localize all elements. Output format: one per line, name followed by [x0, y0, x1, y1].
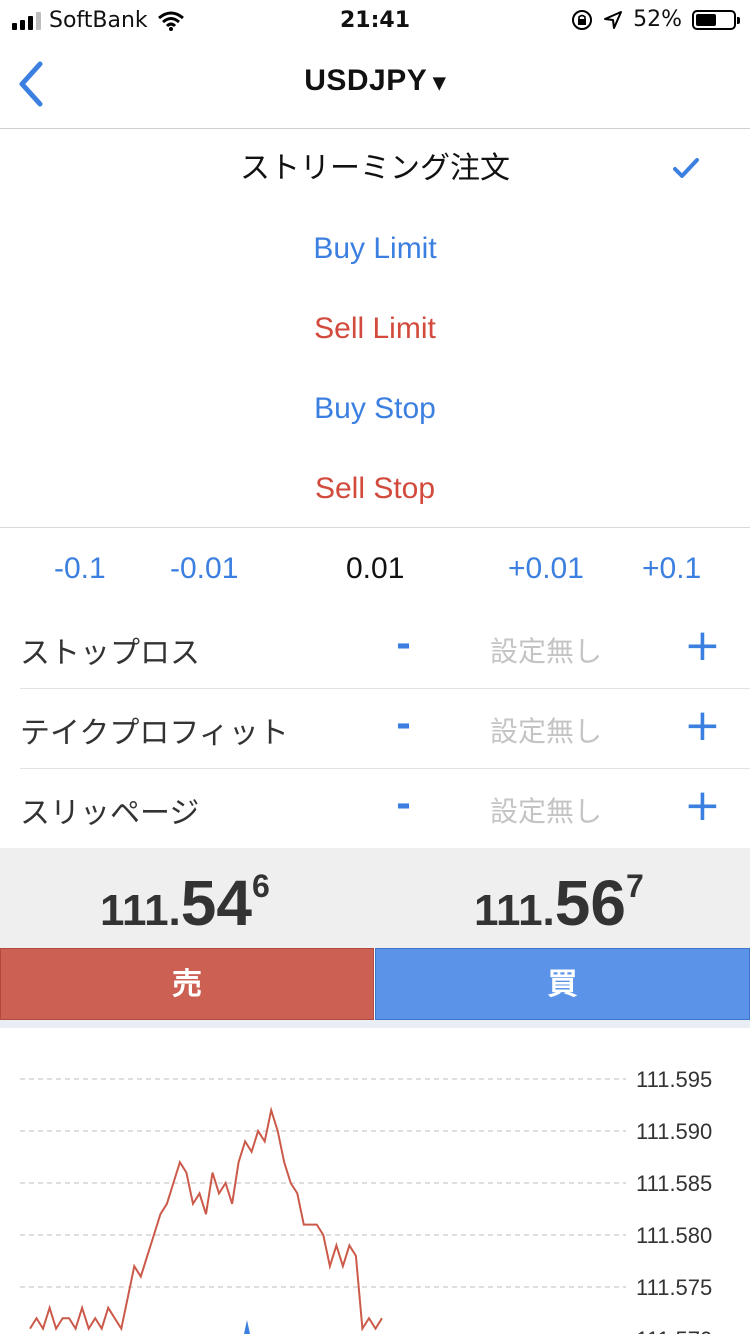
order-type-sell-limit[interactable]: Sell Limit [0, 289, 750, 369]
location-icon [604, 10, 623, 29]
divider [0, 1020, 750, 1028]
stop-loss-plus-button[interactable]: + [684, 620, 721, 671]
order-type-buy-stop[interactable]: Buy Stop [0, 369, 750, 449]
sell-button[interactable]: 売 [0, 948, 374, 1020]
take-profit-value[interactable]: 設定無し [490, 710, 602, 750]
ask-price: 111.567 [474, 866, 644, 940]
slippage-plus-button[interactable]: + [684, 780, 721, 831]
status-bar: SoftBank 21:41 52% [0, 0, 750, 40]
symbol-selector[interactable]: USDJPY ▾ [0, 64, 750, 98]
order-type-list: ストリーミング注文 Buy Limit Sell Limit Buy Stop … [0, 129, 750, 528]
buy-button[interactable]: 買 [375, 948, 750, 1020]
status-right: 52% [571, 7, 740, 32]
bid-price-pips: 54 [180, 867, 252, 939]
price-line [29, 1106, 383, 1332]
symbol-title: USDJPY [304, 64, 428, 97]
orientation-lock-icon [572, 9, 593, 30]
volume-stepper: -0.1 -0.01 0.01 +0.01 +0.1 [0, 528, 750, 608]
order-type-streaming[interactable]: ストリーミング注文 [0, 129, 750, 209]
y-tick-label: 111.570 [636, 1327, 712, 1334]
y-tick-label: 111.575 [636, 1275, 712, 1300]
battery-percent: 52% [633, 7, 682, 32]
battery-icon [692, 9, 740, 30]
bid-price-prefix: 111. [100, 886, 181, 935]
volume-decrease-big[interactable]: -0.1 [54, 552, 106, 586]
volume-increase-big[interactable]: +0.1 [642, 552, 701, 586]
slippage-row: スリッページ - 設定無し + [20, 768, 750, 849]
slippage-minus-button[interactable]: - [396, 784, 411, 825]
slippage-label: スリッページ [20, 796, 200, 831]
ask-marker [244, 1320, 250, 1334]
order-type-sell-stop[interactable]: Sell Stop [0, 449, 750, 529]
volume-value[interactable]: 0.01 [346, 552, 404, 586]
y-tick-label: 111.585 [636, 1171, 712, 1196]
slippage-value[interactable]: 設定無し [490, 790, 602, 830]
y-tick-label: 111.590 [636, 1119, 712, 1144]
order-type-label: ストリーミング注文 [240, 152, 510, 185]
y-tick-label: 111.580 [636, 1223, 712, 1248]
ask-price-pips: 56 [554, 867, 626, 939]
tick-chart[interactable]: 111.595 111.590 111.585 111.580 111.575 111.5… [0, 1028, 750, 1338]
bid-price: 111.546 [100, 866, 270, 940]
price-panel: 111.546 111.567 [0, 848, 750, 948]
bid-price-fraction: 6 [251, 868, 270, 904]
tick-chart-svg: 111.595 111.590 111.585 111.580 111.575 111.5… [20, 1067, 712, 1338]
nav-bar: USDJPY ▾ [0, 40, 750, 129]
dropdown-caret-icon: ▾ [433, 69, 446, 96]
checkmark-icon [673, 158, 699, 178]
stop-loss-row: ストップロス - 設定無し + [20, 608, 750, 689]
take-profit-minus-button[interactable]: - [396, 704, 411, 745]
stop-loss-label: ストップロス [20, 636, 200, 671]
take-profit-row: テイクプロフィット - 設定無し + [20, 688, 750, 769]
take-profit-label: テイクプロフィット [20, 716, 289, 751]
take-profit-plus-button[interactable]: + [684, 700, 721, 751]
volume-decrease-small[interactable]: -0.01 [170, 552, 238, 586]
order-type-buy-limit[interactable]: Buy Limit [0, 209, 750, 289]
y-tick-label: 111.595 [636, 1067, 712, 1092]
stop-loss-value[interactable]: 設定無し [490, 630, 602, 670]
ask-price-fraction: 7 [625, 868, 644, 904]
stop-loss-minus-button[interactable]: - [396, 624, 411, 665]
ask-price-prefix: 111. [474, 886, 555, 935]
volume-increase-small[interactable]: +0.01 [508, 552, 584, 586]
